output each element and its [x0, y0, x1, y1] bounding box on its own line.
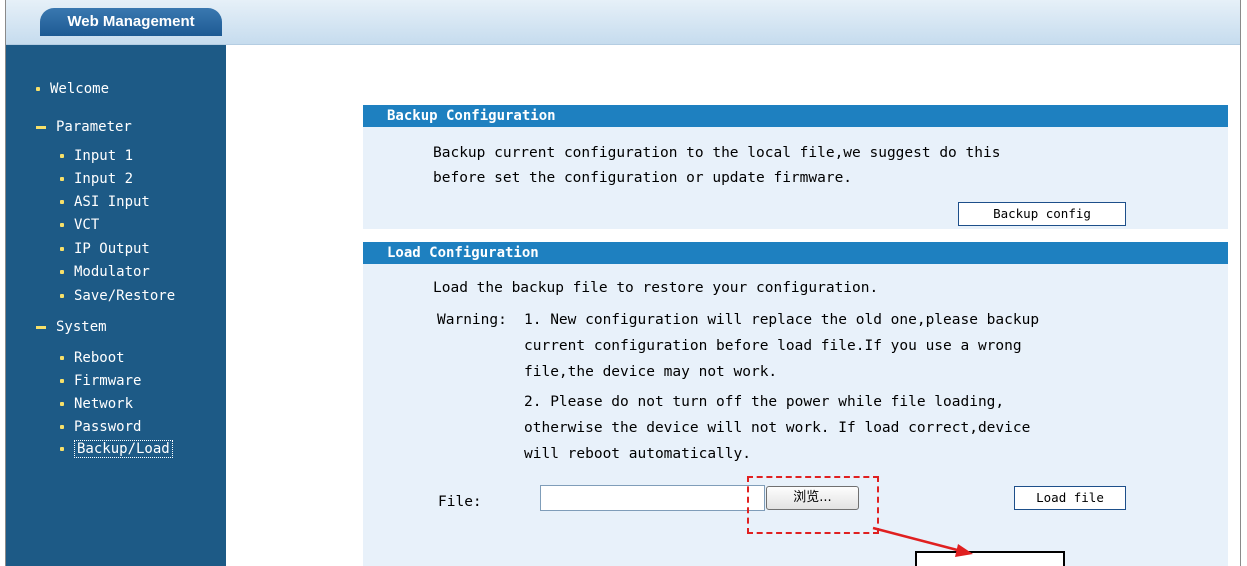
bullet-icon: [60, 223, 64, 227]
bullet-icon: [60, 247, 64, 251]
warning-2-line-2: otherwise the device will not work. If l…: [524, 420, 1031, 436]
sidebar-item-input-1[interactable]: Input 1: [60, 148, 133, 164]
sidebar-item-reboot[interactable]: Reboot: [60, 350, 125, 366]
bullet-icon: [60, 270, 64, 274]
sidebar-group-system[interactable]: System: [36, 319, 107, 335]
file-path-input[interactable]: [540, 485, 765, 511]
warning-2-line-1: 2. Please do not turn off the power whil…: [524, 394, 1005, 410]
backup-config-button[interactable]: Backup config: [958, 202, 1126, 226]
sidebar-item-vct[interactable]: VCT: [60, 217, 99, 233]
collapse-icon: [36, 125, 46, 129]
sidebar-item-network[interactable]: Network: [60, 396, 133, 412]
bullet-icon: [60, 447, 64, 451]
sidebar-group-parameter[interactable]: Parameter: [36, 119, 132, 135]
warning-1-line-3: file,the device may not work.: [524, 364, 778, 380]
top-banner: Web Management: [6, 0, 1240, 45]
browser-frame: Web Management Welcome Parameter Input 1…: [5, 0, 1241, 566]
sidebar-item-welcome[interactable]: Welcome: [36, 81, 109, 97]
backup-description-line-1: Backup current configuration to the loca…: [433, 145, 1001, 161]
bullet-icon: [60, 425, 64, 429]
bullet-icon: [60, 402, 64, 406]
backup-panel: Backup Configuration Backup current conf…: [363, 105, 1228, 229]
collapse-icon: [36, 325, 46, 329]
sidebar-item-password[interactable]: Password: [60, 419, 141, 435]
brand-tab: Web Management: [40, 8, 222, 36]
annotation-highlight-box: [747, 476, 879, 534]
file-label: File:: [438, 494, 482, 510]
load-panel-title: Load Configuration: [363, 242, 1228, 264]
warning-2-line-3: will reboot automatically.: [524, 446, 751, 462]
backup-description-line-2: before set the configuration or update f…: [433, 170, 853, 186]
load-intro-text: Load the backup file to restore your con…: [433, 280, 879, 296]
warning-1-line-2: current configuration before load file.I…: [524, 338, 1022, 354]
annotation-arrow-icon: [872, 526, 973, 557]
sidebar: Welcome Parameter Input 1 Input 2 ASI In…: [6, 45, 226, 566]
backup-panel-title: Backup Configuration: [363, 105, 1228, 127]
sidebar-item-save-restore[interactable]: Save/Restore: [60, 288, 175, 304]
load-file-button[interactable]: Load file: [1014, 486, 1126, 510]
sidebar-item-ip-output[interactable]: IP Output: [60, 241, 150, 257]
warning-label: Warning:: [437, 312, 507, 328]
main-content: Backup Configuration Backup current conf…: [227, 45, 1240, 566]
bullet-icon: [36, 87, 40, 91]
sidebar-item-asi-input[interactable]: ASI Input: [60, 194, 150, 210]
bullet-icon: [60, 379, 64, 383]
bullet-icon: [60, 154, 64, 158]
bullet-icon: [60, 356, 64, 360]
sidebar-item-firmware[interactable]: Firmware: [60, 373, 141, 389]
sidebar-item-backup-load[interactable]: Backup/Load: [60, 440, 173, 458]
bullet-icon: [60, 177, 64, 181]
bullet-icon: [60, 200, 64, 204]
sidebar-item-input-2[interactable]: Input 2: [60, 171, 133, 187]
sidebar-item-modulator[interactable]: Modulator: [60, 264, 150, 280]
warning-1-line-1: 1. New configuration will replace the ol…: [524, 312, 1040, 328]
bullet-icon: [60, 294, 64, 298]
